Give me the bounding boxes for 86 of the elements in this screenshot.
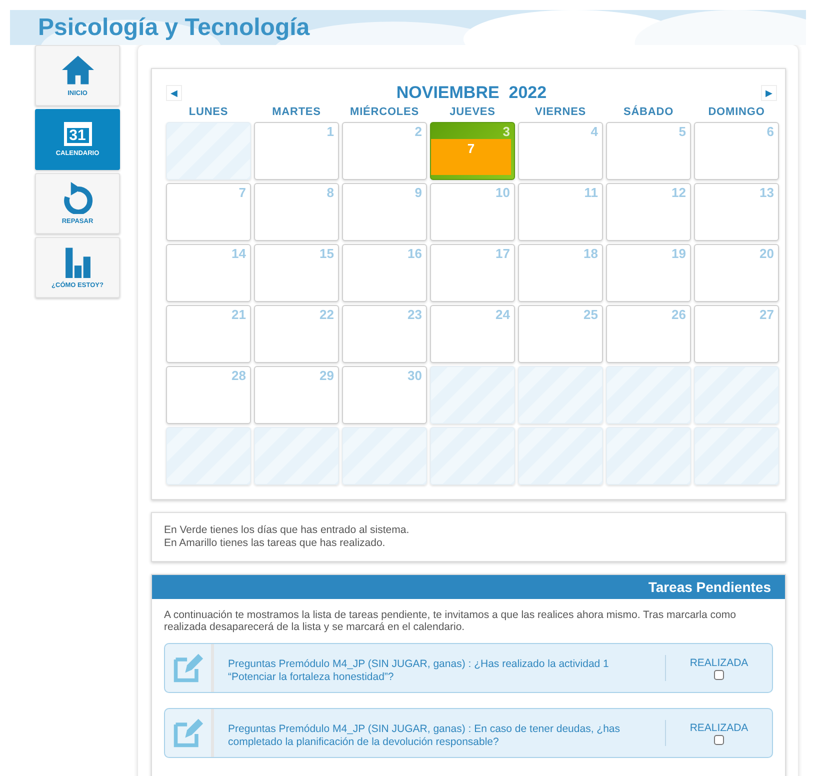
day-cell[interactable]: 5 bbox=[606, 122, 691, 180]
day-cell[interactable]: 4 bbox=[518, 122, 603, 180]
site-title: Psicología y Tecnología bbox=[38, 13, 310, 43]
day-number: 24 bbox=[496, 306, 511, 322]
day-number: 17 bbox=[496, 245, 511, 261]
day-cell[interactable]: 15 bbox=[254, 244, 339, 302]
day-cell[interactable]: 1 bbox=[254, 122, 339, 180]
day-number: 1 bbox=[326, 123, 335, 139]
day-cell[interactable]: 19 bbox=[606, 244, 691, 302]
day-cell[interactable]: 26 bbox=[606, 305, 691, 363]
home-icon bbox=[60, 54, 96, 86]
done-checkbox[interactable] bbox=[714, 670, 724, 680]
day-cell[interactable]: 12 bbox=[606, 183, 691, 241]
day-number: 7 bbox=[238, 184, 247, 200]
legend-text: En Amarillo tienes las tareas que has realizado. bbox=[164, 537, 386, 550]
day-number: 18 bbox=[584, 245, 599, 261]
day-number: 20 bbox=[760, 245, 775, 261]
day-cell[interactable]: 24 bbox=[430, 305, 515, 363]
day-cell[interactable]: 3 7 bbox=[430, 122, 515, 180]
day-number: 25 bbox=[584, 306, 599, 322]
day-number: 5 bbox=[678, 123, 687, 139]
day-number: 15 bbox=[320, 245, 335, 261]
day-number: 16 bbox=[408, 245, 423, 261]
day-number: 11 bbox=[584, 184, 599, 200]
weekday-label: VIERNES bbox=[534, 105, 588, 119]
day-cell[interactable]: 20 bbox=[694, 244, 779, 302]
done-label: REALIZADA bbox=[690, 656, 748, 668]
day-number: 6 bbox=[766, 123, 775, 139]
day-number: 2 bbox=[414, 123, 423, 139]
intro-text: A continuación te mostramos la lista de tareas pendiente, te invitamos a que las realices ahora mismo. Tras marcarla como realizada desaparecerá de la lista y se marcará en el calendario. bbox=[164, 609, 737, 633]
day-cell[interactable]: 18 bbox=[518, 244, 603, 302]
edit-icon bbox=[172, 717, 204, 749]
calendar-icon: 31 bbox=[64, 122, 92, 146]
task-text: Preguntas Premódulo M4_JP (SIN JUGAR, ganas) : ¿Has realizado la actividad 1 “Potenciar la fortaleza honestidad”? bbox=[228, 657, 610, 684]
weekday-label: LUNES bbox=[188, 105, 230, 119]
day-number: 29 bbox=[320, 367, 335, 383]
day-number: 26 bbox=[672, 306, 687, 322]
day-number: 8 bbox=[326, 184, 335, 200]
day-number: 12 bbox=[672, 184, 687, 200]
day-cell[interactable]: 2 bbox=[342, 122, 427, 180]
day-cell[interactable]: 16 bbox=[342, 244, 427, 302]
day-number: 19 bbox=[672, 245, 687, 261]
day-cell[interactable]: 23 bbox=[342, 305, 427, 363]
done-label: REALIZADA bbox=[690, 722, 748, 734]
day-number: 13 bbox=[760, 184, 775, 200]
day-number: 14 bbox=[232, 245, 247, 261]
day-cell[interactable]: 27 bbox=[694, 305, 779, 363]
day-number: 27 bbox=[760, 306, 775, 322]
day-cell[interactable]: 25 bbox=[518, 305, 603, 363]
day-cell[interactable]: 28 bbox=[166, 366, 251, 424]
weekday-label: MIÉRCOLES bbox=[349, 105, 420, 119]
day-cell[interactable]: 14 bbox=[166, 244, 251, 302]
legend-text: En Verde tienes los días que has entrado al sistema. bbox=[164, 524, 410, 537]
weekday-label: DOMINGO bbox=[707, 105, 766, 119]
day-number: 3 bbox=[502, 123, 511, 139]
month-title: NOVIEMBRE 2022 bbox=[396, 83, 547, 103]
weekday-label: MARTES bbox=[271, 105, 322, 119]
section-header: Tareas Pendientes bbox=[152, 575, 785, 599]
next-month-button[interactable]: ▶ bbox=[760, 85, 777, 101]
day-number: 9 bbox=[414, 184, 423, 200]
day-number: 22 bbox=[320, 306, 335, 322]
day-cell[interactable]: 11 bbox=[518, 183, 603, 241]
weekday-label: SÁBADO bbox=[622, 105, 675, 119]
day-number: 21 bbox=[232, 306, 247, 322]
day-number: 28 bbox=[232, 367, 247, 383]
task-text: Preguntas Premódulo M4_JP (SIN JUGAR, ganas) : En caso de tener deudas, ¿has completado la planificación de la devolución responsable? bbox=[228, 722, 622, 749]
day-number: 4 bbox=[590, 123, 599, 139]
day-cell[interactable]: 22 bbox=[254, 305, 339, 363]
done-checkbox[interactable] bbox=[714, 734, 724, 744]
day-number: 30 bbox=[408, 367, 423, 383]
day-cell[interactable]: 9 bbox=[342, 183, 427, 241]
day-cell[interactable]: 13 bbox=[694, 183, 779, 241]
day-cell[interactable]: 30 bbox=[342, 366, 427, 424]
day-cell[interactable]: 10 bbox=[430, 183, 515, 241]
day-cell[interactable]: 8 bbox=[254, 183, 339, 241]
weekday-label: JUEVES bbox=[448, 105, 496, 119]
day-cell[interactable]: 21 bbox=[166, 305, 251, 363]
day-number: 10 bbox=[496, 184, 511, 200]
day-cell[interactable]: 17 bbox=[430, 244, 515, 302]
day-number: 23 bbox=[408, 306, 423, 322]
edit-icon bbox=[172, 652, 204, 684]
previous-month-button[interactable]: ◀ bbox=[166, 85, 182, 101]
day-cell[interactable]: 6 bbox=[694, 122, 779, 180]
day-cell[interactable]: 7 bbox=[166, 183, 251, 241]
task-count: 7 bbox=[431, 139, 511, 175]
day-cell[interactable]: 29 bbox=[254, 366, 339, 424]
